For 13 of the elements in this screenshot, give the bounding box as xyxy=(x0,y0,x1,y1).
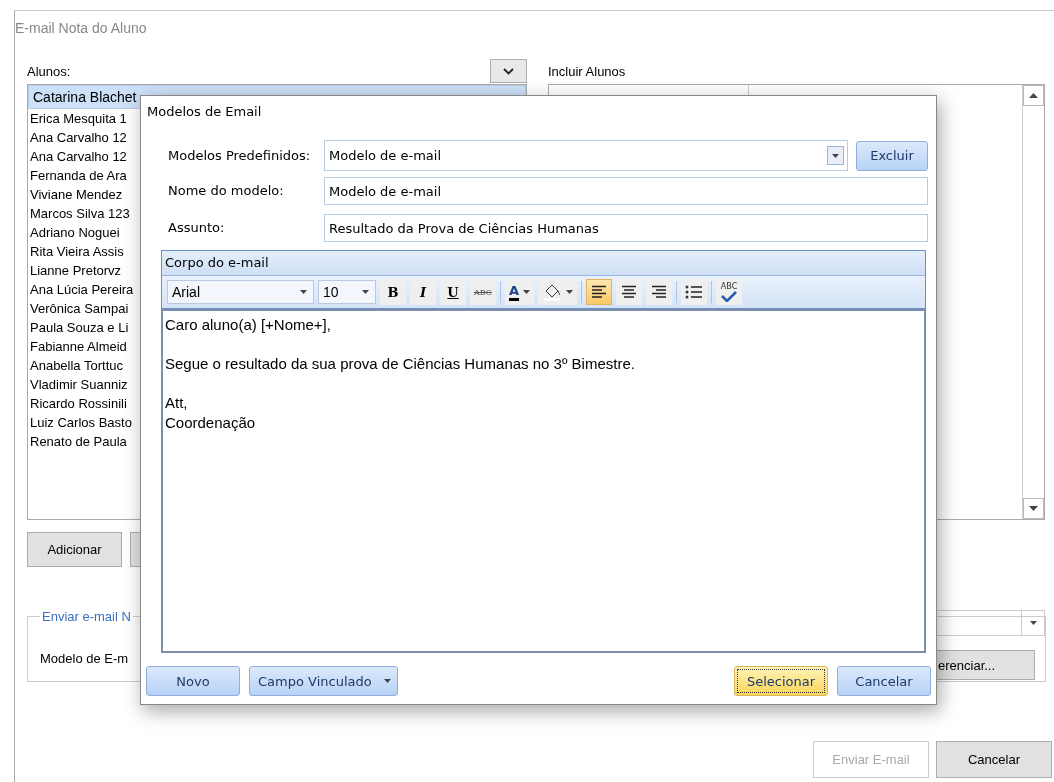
field-label: Nome do modelo: xyxy=(168,184,285,198)
field-label: Modelos Predefinidos: xyxy=(168,148,312,163)
dialog-title: Modelos de Email xyxy=(146,103,263,121)
body-paragraph: Caro aluno(a) [+Nome+], xyxy=(165,315,332,335)
panel-title: Corpo do e-mail xyxy=(162,251,925,276)
body-paragraph: Segue o resultado da sua prova de Ciências Humanas no 3º Bimestre. xyxy=(165,354,636,374)
list-label: Alunos: xyxy=(27,64,71,81)
list-label: Incluir Alunos xyxy=(548,64,626,81)
field-label: Modelo de E-m xyxy=(40,651,129,668)
window-title: E-mail Nota do Aluno xyxy=(15,19,148,38)
field-label: Assunto: xyxy=(168,221,226,235)
group-title: Enviar e-mail N xyxy=(41,609,132,624)
body-paragraph: Att, Coordenação xyxy=(165,393,257,433)
